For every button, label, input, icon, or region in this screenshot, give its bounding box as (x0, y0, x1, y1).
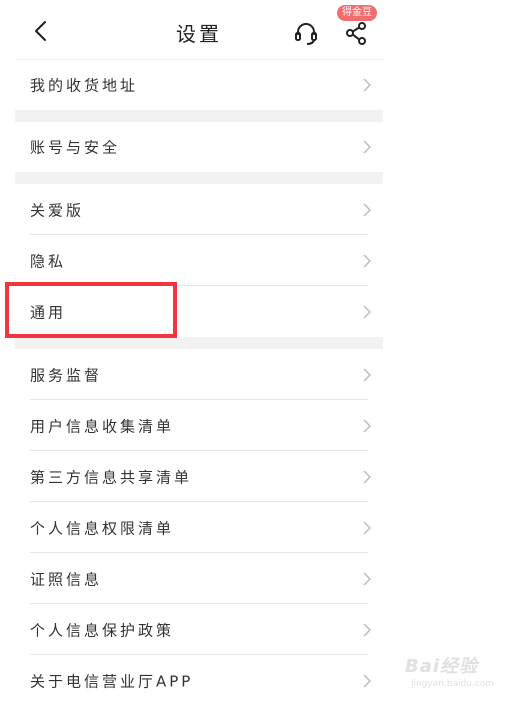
settings-item-label: 我的收货地址 (30, 76, 139, 95)
watermark-logo: Bai经验 (405, 656, 479, 677)
settings-item-label: 通用 (30, 303, 67, 321)
settings-item-label: 关于电信营业厅APP (30, 672, 194, 690)
settings-item-label: 个人信息权限清单 (30, 519, 175, 537)
settings-item-data-collection-list[interactable]: 用户信息收集清单 (15, 400, 383, 451)
baidu-jingyan-watermark: Bai经验 jingyan.baidu.com (405, 652, 505, 698)
chevron-right-icon (363, 304, 371, 319)
share-icon[interactable] (343, 20, 369, 46)
header-bar: 设置 得金豆 (15, 0, 383, 60)
settings-item-permissions-list[interactable]: 个人信息权限清单 (15, 502, 383, 553)
settings-item-account-security[interactable]: 账号与安全 (15, 122, 383, 172)
chevron-right-icon (363, 673, 371, 688)
chevron-right-icon (363, 253, 371, 268)
headset-icon[interactable] (293, 20, 319, 46)
watermark-url: jingyan.baidu.com (411, 679, 495, 689)
chevron-right-icon (363, 418, 371, 433)
settings-item-label: 隐私 (30, 252, 67, 270)
group-divider (15, 337, 383, 349)
settings-item-label: 证照信息 (30, 570, 103, 588)
settings-item-shipping-address[interactable]: 我的收货地址 (15, 60, 383, 110)
settings-item-privacy-policy[interactable]: 个人信息保护政策 (15, 604, 383, 655)
settings-item-general[interactable]: 通用 (15, 286, 383, 337)
settings-item-care-mode[interactable]: 关爱版 (15, 184, 383, 235)
settings-item-label: 个人信息保护政策 (30, 621, 175, 639)
settings-item-label: 账号与安全 (30, 138, 121, 157)
chevron-right-icon (363, 622, 371, 637)
settings-item-label: 服务监督 (30, 366, 103, 384)
chevron-right-icon (363, 469, 371, 484)
chevron-right-icon (363, 140, 371, 154)
settings-item-privacy[interactable]: 隐私 (15, 235, 383, 286)
settings-item-label: 关爱版 (30, 201, 85, 219)
settings-item-label: 用户信息收集清单 (30, 417, 175, 435)
settings-item-label: 第三方信息共享清单 (30, 468, 193, 486)
group-divider (15, 110, 383, 122)
settings-item-license-info[interactable]: 证照信息 (15, 553, 383, 604)
settings-item-third-party-sharing-list[interactable]: 第三方信息共享清单 (15, 451, 383, 502)
settings-item-service-supervision[interactable]: 服务监督 (15, 349, 383, 400)
chevron-right-icon (363, 571, 371, 586)
chevron-right-icon (363, 367, 371, 382)
settings-screen: 设置 得金豆 我的收货地址 账号与安全 关爱版 隐私 通用 服务监督 用户信息收… (15, 0, 383, 705)
chevron-right-icon (363, 202, 371, 217)
chevron-right-icon (363, 520, 371, 535)
chevron-left-icon[interactable] (29, 18, 53, 44)
group-divider (15, 172, 383, 184)
page-title: 设置 (176, 22, 222, 46)
settings-item-about-app[interactable]: 关于电信营业厅APP (15, 655, 383, 705)
coin-badge[interactable]: 得金豆 (337, 5, 377, 21)
chevron-right-icon (363, 78, 371, 92)
